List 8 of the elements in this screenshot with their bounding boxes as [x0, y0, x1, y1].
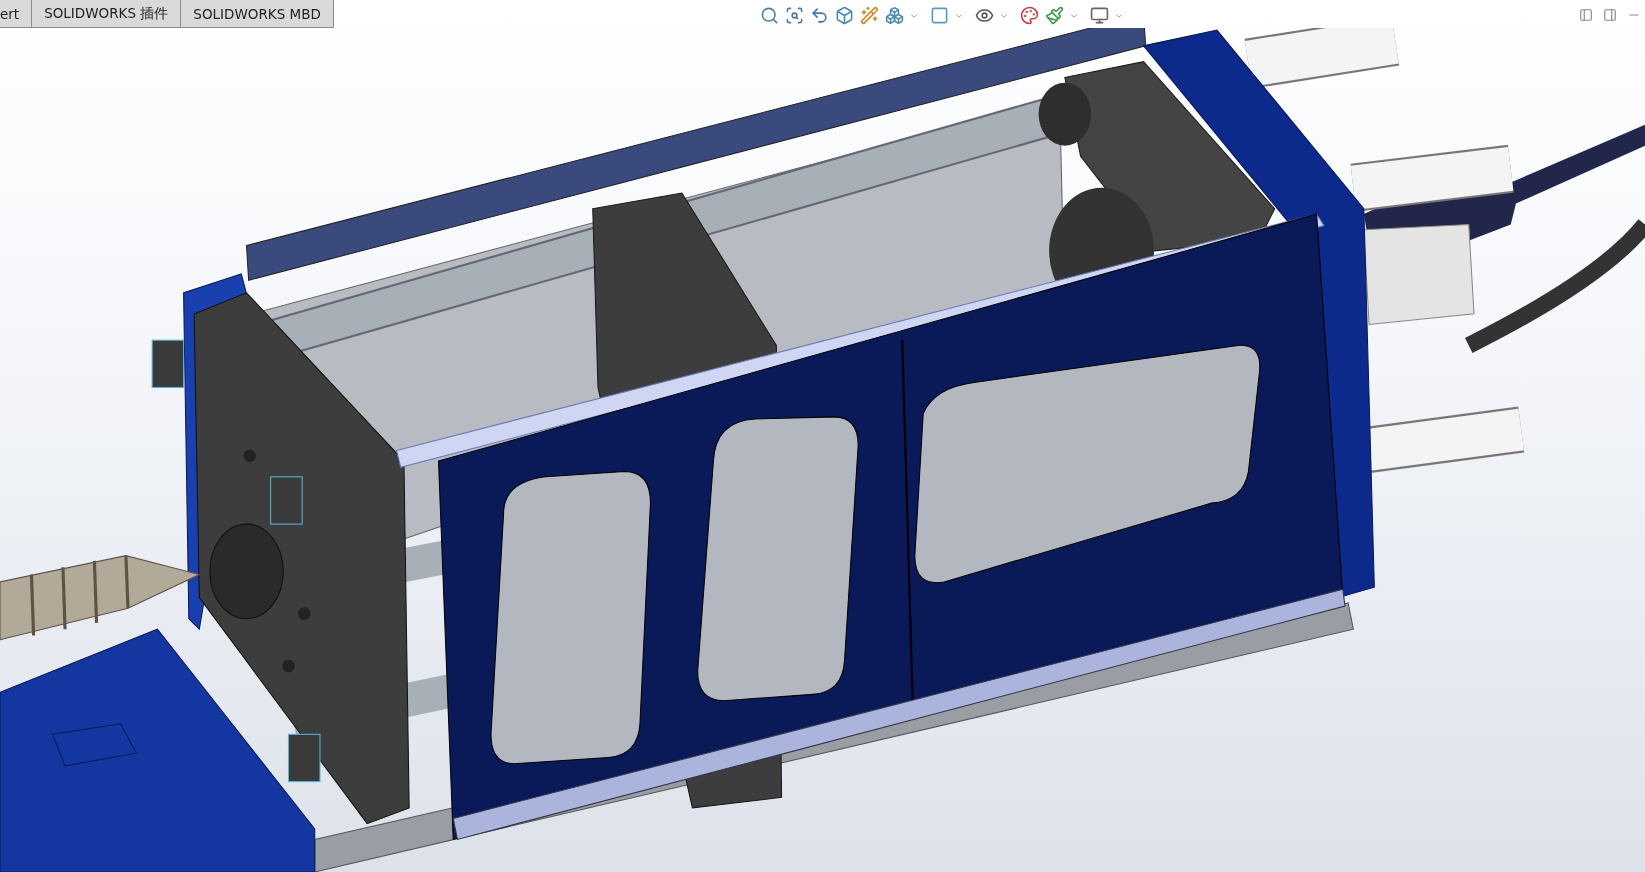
command-tab[interactable]: ert — [0, 0, 33, 28]
command-tab[interactable]: SOLIDWORKS MBD — [180, 0, 334, 28]
zoom-area-icon[interactable] — [784, 5, 805, 26]
zoom-to-fit-icon[interactable] — [759, 5, 780, 26]
command-tab[interactable]: SOLIDWORKS 插件 — [31, 0, 182, 28]
panel-right-icon[interactable] — [1603, 8, 1617, 22]
previous-view-icon[interactable] — [809, 5, 830, 26]
panel-left-icon[interactable] — [1579, 8, 1593, 22]
